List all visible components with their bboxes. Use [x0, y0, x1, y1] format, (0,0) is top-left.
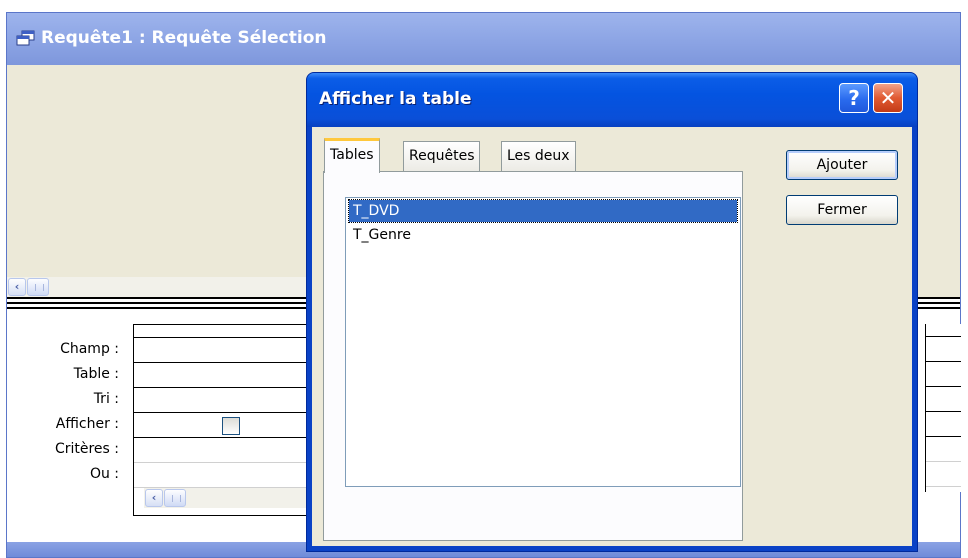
tab-panel-tables: T_DVD T_Genre: [323, 171, 743, 541]
grid-cell-right[interactable]: [926, 362, 961, 387]
close-icon[interactable]: ✕: [873, 83, 903, 113]
show-checkbox[interactable]: [222, 417, 240, 435]
grid-column-right[interactable]: [925, 324, 961, 492]
row-label-afficher: Afficher :: [55, 416, 119, 432]
grid-hscrollbar[interactable]: ‹: [144, 488, 312, 508]
close-button[interactable]: Fermer: [786, 195, 898, 225]
dialog-titlebar[interactable]: Afficher la table ? ✕: [307, 73, 917, 127]
grid-cell-right[interactable]: [926, 412, 961, 437]
grid-cell-criteres[interactable]: [134, 438, 311, 463]
grid-column-selector-right[interactable]: [926, 324, 961, 337]
grid-scroll-thumb[interactable]: [164, 489, 186, 507]
grid-column-1[interactable]: ‹: [133, 324, 312, 516]
grid-row-labels: Champ : Table : Tri : Afficher : Critère…: [7, 337, 125, 487]
table-pane-hscrollbar[interactable]: ‹: [7, 277, 307, 297]
query-window-icon: [16, 30, 35, 46]
grid-cell-right[interactable]: [926, 462, 961, 487]
grid-cell-right[interactable]: [926, 337, 961, 362]
tab-requetes[interactable]: Requêtes: [403, 141, 481, 171]
show-table-dialog: Afficher la table ? ✕ Tables Requêtes Le…: [306, 72, 918, 552]
row-label-tri: Tri :: [93, 391, 119, 407]
dialog-body: Tables Requêtes Les deux T_DVD T_Genre A…: [312, 127, 912, 546]
table-listbox[interactable]: T_DVD T_Genre: [345, 197, 741, 487]
grid-cell-table[interactable]: [134, 363, 311, 388]
dialog-title: Afficher la table: [319, 89, 472, 109]
query-window-title: Requête1 : Requête Sélection: [41, 28, 327, 48]
query-titlebar[interactable]: Requête1 : Requête Sélection: [7, 13, 960, 65]
help-icon[interactable]: ?: [839, 83, 869, 113]
grid-cell-right[interactable]: [926, 437, 961, 462]
row-label-ou: Ou :: [89, 466, 119, 482]
tab-tables[interactable]: Tables: [324, 138, 380, 173]
scroll-thumb[interactable]: [27, 278, 49, 296]
grid-cell-tri[interactable]: [134, 388, 311, 413]
add-button[interactable]: Ajouter: [786, 150, 898, 180]
grid-cell-champ[interactable]: [134, 338, 311, 363]
tab-les-deux[interactable]: Les deux: [501, 141, 576, 171]
grid-cell-right[interactable]: [926, 387, 961, 412]
grid-column-selector[interactable]: [134, 325, 311, 338]
grid-scroll-left-icon[interactable]: ‹: [145, 489, 163, 507]
grid-cell-ou[interactable]: [134, 463, 311, 488]
row-label-champ: Champ :: [60, 341, 119, 357]
list-item-t-genre[interactable]: T_Genre: [349, 224, 737, 246]
scroll-left-icon[interactable]: ‹: [8, 278, 26, 296]
row-label-table: Table :: [73, 366, 119, 382]
grid-cell-afficher[interactable]: [134, 413, 311, 438]
row-label-criteres: Critères :: [54, 441, 119, 457]
list-item-t-dvd[interactable]: T_DVD: [348, 199, 738, 223]
